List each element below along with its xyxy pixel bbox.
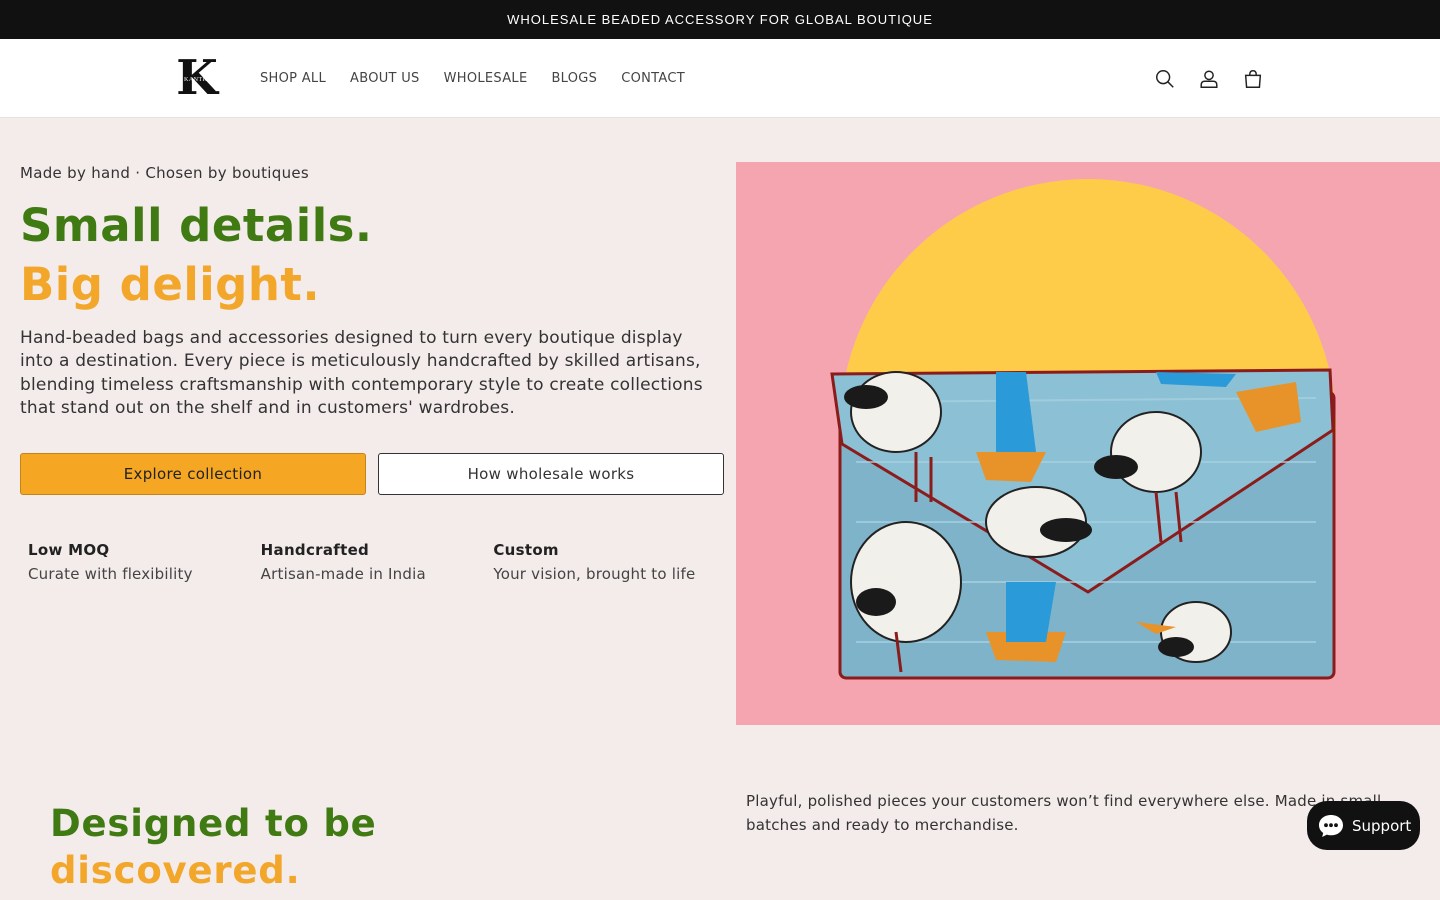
cart-icon[interactable] bbox=[1242, 68, 1264, 90]
hero-description: Hand-beaded bags and accessories designe… bbox=[20, 327, 703, 419]
feature-list: Low MOQ Curate with flexibility Handcraf… bbox=[20, 541, 726, 583]
main-nav: SHOP ALL ABOUT US WHOLESALE BLOGS CONTAC… bbox=[260, 39, 685, 118]
feature-text: Your vision, brought to life bbox=[493, 564, 696, 583]
header-icons bbox=[1154, 39, 1264, 118]
support-label: Support bbox=[1352, 816, 1412, 835]
support-chat-button[interactable]: Support bbox=[1307, 801, 1420, 850]
site-header: K KANTK SHOP ALL ABOUT US WHOLESALE BLOG… bbox=[0, 39, 1440, 118]
search-icon[interactable] bbox=[1154, 68, 1176, 90]
feature-title: Custom bbox=[493, 540, 559, 559]
section2-title: Designed to be discovered. bbox=[50, 800, 377, 894]
account-icon[interactable] bbox=[1198, 68, 1220, 90]
explore-collection-button[interactable]: Explore collection bbox=[20, 452, 366, 495]
hero-product-image bbox=[736, 162, 1440, 725]
nav-contact[interactable]: CONTACT bbox=[621, 71, 685, 86]
hero-title-line2: Big delight. bbox=[20, 258, 321, 312]
hero-content: Made by hand · Chosen by boutiques Small… bbox=[20, 164, 726, 583]
chat-bubble-icon bbox=[1319, 814, 1343, 837]
feature-title: Handcrafted bbox=[260, 540, 370, 559]
logo[interactable]: K KANTK bbox=[172, 53, 222, 103]
nav-wholesale[interactable]: WHOLESALE bbox=[444, 71, 528, 86]
section2-title-line1: Designed to be bbox=[50, 802, 377, 845]
announcement-text: WHOLESALE BEADED ACCESSORY FOR GLOBAL BO… bbox=[507, 12, 933, 27]
nav-blogs[interactable]: BLOGS bbox=[551, 71, 597, 86]
feature-item: Handcrafted Artisan-made in India bbox=[261, 541, 494, 583]
hero-buttons: Explore collection How wholesale works bbox=[20, 452, 726, 495]
nav-about-us[interactable]: ABOUT US bbox=[350, 71, 420, 86]
feature-item: Low MOQ Curate with flexibility bbox=[28, 541, 261, 583]
feature-title: Low MOQ bbox=[28, 540, 110, 559]
announcement-bar: WHOLESALE BEADED ACCESSORY FOR GLOBAL BO… bbox=[0, 0, 1440, 39]
nav-shop-all[interactable]: SHOP ALL bbox=[260, 71, 326, 86]
hero-title: Small details. Big delight. bbox=[20, 196, 726, 315]
section2-title-line2: discovered. bbox=[50, 849, 301, 892]
logo-subtext: KANTK bbox=[184, 77, 208, 83]
how-wholesale-works-button[interactable]: How wholesale works bbox=[378, 452, 724, 495]
beaded-clutch-illustration bbox=[830, 179, 1336, 680]
hero-eyebrow: Made by hand · Chosen by boutiques bbox=[20, 164, 310, 182]
feature-text: Curate with flexibility bbox=[28, 564, 193, 583]
feature-item: Custom Your vision, brought to life bbox=[493, 541, 726, 583]
feature-text: Artisan-made in India bbox=[260, 564, 426, 583]
hero-title-line1: Small details. bbox=[20, 199, 373, 252]
